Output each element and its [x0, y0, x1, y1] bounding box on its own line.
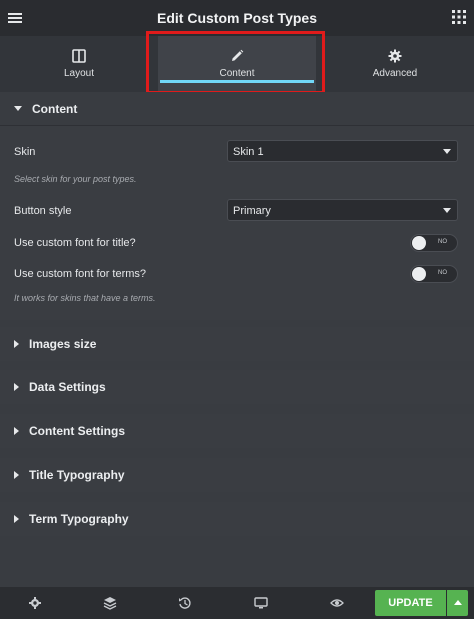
skin-select[interactable]: Skin 1 — [227, 140, 458, 162]
custom-font-title-toggle[interactable]: NO — [410, 234, 458, 252]
section-title-typography[interactable]: Title Typography — [0, 458, 474, 492]
tab-layout[interactable]: Layout — [0, 36, 158, 92]
update-options-button[interactable] — [447, 590, 468, 616]
columns-icon — [72, 49, 86, 63]
content-section-header[interactable]: Content — [0, 92, 474, 126]
caret-down-icon — [14, 106, 22, 111]
pencil-icon — [232, 49, 244, 61]
panel-title: Edit Custom Post Types — [157, 10, 317, 26]
eye-icon[interactable] — [330, 596, 344, 610]
panel-tabs: Layout Content Advanced — [0, 36, 474, 92]
apps-grid-icon[interactable] — [452, 10, 466, 24]
button-style-label: Button style — [14, 205, 72, 217]
hamburger-menu-icon[interactable] — [6, 8, 24, 28]
custom-font-title-label: Use custom font for title? — [14, 237, 136, 249]
content-section: Content Skin Skin 1 Select skin for your… — [0, 92, 474, 320]
section-term-typography[interactable]: Term Typography — [0, 502, 474, 536]
section-label: Data Settings — [29, 380, 106, 394]
caret-right-icon — [14, 383, 19, 391]
caret-right-icon — [14, 515, 19, 523]
custom-font-terms-toggle[interactable]: NO — [410, 265, 458, 283]
toggle-knob — [412, 236, 426, 250]
tab-advanced-label: Advanced — [372, 68, 418, 79]
gear-icon[interactable] — [28, 596, 42, 610]
section-label: Title Typography — [29, 468, 125, 482]
toggle-state: NO — [438, 270, 447, 276]
layers-icon[interactable] — [103, 596, 117, 610]
gear-icon — [388, 49, 402, 63]
top-bar: Edit Custom Post Types — [0, 0, 474, 36]
tab-content-label: Content — [219, 68, 255, 79]
footer-bar: UPDATE — [0, 587, 474, 619]
skin-select-value: Skin 1 — [233, 146, 264, 158]
caret-right-icon — [14, 471, 19, 479]
custom-font-terms-label: Use custom font for terms? — [14, 268, 147, 280]
toggle-knob — [412, 267, 426, 281]
section-images-size[interactable]: Images size — [0, 327, 474, 361]
toggle-state: NO — [438, 239, 447, 245]
history-icon[interactable] — [178, 596, 192, 610]
skin-label: Skin — [14, 146, 36, 158]
tab-advanced[interactable]: Advanced — [316, 36, 474, 92]
terms-hint: It works for skins that have a terms. — [14, 293, 156, 303]
update-button[interactable]: UPDATE — [375, 590, 446, 616]
section-content-settings[interactable]: Content Settings — [0, 414, 474, 448]
content-section-title: Content — [32, 101, 78, 116]
section-label: Term Typography — [29, 512, 129, 526]
section-label: Images size — [29, 337, 97, 351]
button-style-select-value: Primary — [233, 205, 271, 217]
section-label: Content Settings — [29, 424, 125, 438]
desktop-icon[interactable] — [254, 596, 268, 610]
caret-right-icon — [14, 340, 19, 348]
chevron-down-icon — [443, 149, 451, 154]
tab-layout-label: Layout — [63, 68, 95, 79]
skin-hint: Select skin for your post types. — [14, 174, 137, 184]
section-data-settings[interactable]: Data Settings — [0, 370, 474, 404]
chevron-down-icon — [443, 208, 451, 213]
tab-content[interactable]: Content — [158, 36, 316, 92]
button-style-select[interactable]: Primary — [227, 199, 458, 221]
caret-right-icon — [14, 427, 19, 435]
